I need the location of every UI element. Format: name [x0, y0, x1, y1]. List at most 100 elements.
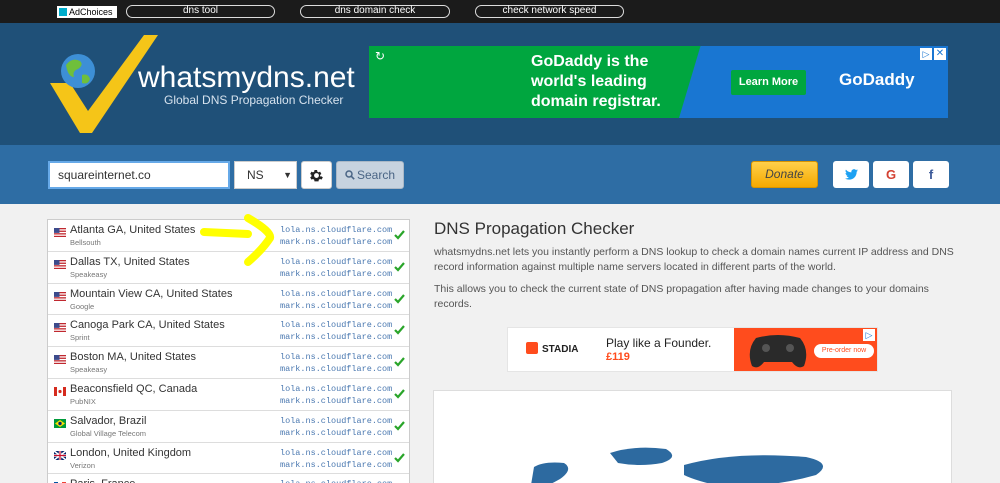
- flag-us-icon: [54, 291, 66, 301]
- success-check-icon: [394, 230, 405, 240]
- nameserver-1: lola.ns.cloudflare.com: [280, 479, 392, 483]
- ad-info-icon[interactable]: ▷: [920, 48, 932, 60]
- stadia-mark-icon: [526, 342, 538, 354]
- flag-br-icon: [54, 418, 66, 428]
- search-icon: [345, 170, 355, 180]
- site-header: whatsmydns.net Global DNS Propagation Ch…: [0, 23, 1000, 145]
- ad-headline: GoDaddy is the world's leading domain re…: [531, 53, 661, 110]
- adchoices-icon: [59, 8, 67, 16]
- ad-price: £119: [606, 351, 630, 363]
- flag-gb-icon: [54, 450, 66, 460]
- ad-close-icon[interactable]: ✕: [934, 48, 946, 60]
- game-controller-icon: [749, 335, 807, 368]
- google-button[interactable]: G: [873, 161, 909, 188]
- link-check-network-speed[interactable]: check network speed: [475, 5, 624, 18]
- provider-name: Speakeasy: [70, 269, 108, 279]
- nameserver-2: mark.ns.cloudflare.com: [280, 268, 393, 279]
- result-row[interactable]: Canoga Park CA, United States Sprint lola.…: [48, 315, 409, 348]
- search-button[interactable]: Search: [336, 161, 404, 189]
- adchoices-badge[interactable]: AdChoices: [57, 6, 117, 18]
- top-bar: AdChoices dns tool dns domain check chec…: [0, 0, 1000, 23]
- nameserver-2: mark.ns.cloudflare.com: [280, 427, 393, 438]
- location-name: Canoga Park CA, United States: [70, 319, 225, 332]
- page-title: DNS Propagation Checker: [434, 219, 635, 238]
- nameserver-1: lola.ns.cloudflare.com: [280, 383, 393, 394]
- godaddy-logo: GoDaddy: [839, 70, 915, 89]
- flag-ca-icon: [54, 386, 66, 396]
- location-name: Salvador, Brazil: [70, 414, 147, 427]
- success-check-icon: [394, 293, 405, 304]
- twitter-button[interactable]: [833, 161, 869, 188]
- provider-name: Speakeasy: [70, 365, 108, 375]
- flag-us-icon: [54, 323, 66, 333]
- donate-button[interactable]: Donate: [751, 161, 818, 188]
- location-name: Paris, France: [70, 478, 135, 483]
- nameserver-2: mark.ns.cloudflare.com: [280, 300, 393, 311]
- propagation-paragraph: This allows you to check the current sta…: [434, 283, 929, 310]
- result-row[interactable]: Beaconsfield QC, Canada PubNIX lola.ns.clo…: [48, 379, 409, 411]
- location-name: Boston MA, United States: [70, 351, 196, 364]
- nameserver-1: lola.ns.cloudflare.com: [280, 447, 393, 458]
- settings-button[interactable]: [301, 161, 332, 189]
- ad-headline: Play like a Founder.: [606, 336, 712, 350]
- location-name: Dallas TX, United States: [70, 255, 190, 268]
- location-name: London, United Kingdom: [70, 446, 192, 459]
- flag-us-icon: [54, 259, 66, 269]
- success-check-icon: [394, 421, 405, 431]
- success-check-icon: [394, 389, 405, 399]
- godaddy-ad[interactable]: ↻ GoDaddy is the world's leading domain …: [369, 46, 948, 118]
- location-name: Atlanta GA, United States: [70, 224, 196, 236]
- provider-name: Google: [70, 301, 95, 311]
- provider-name: Global Village Telecom: [70, 428, 147, 438]
- nameserver-1: lola.ns.cloudflare.com: [280, 352, 393, 363]
- result-row[interactable]: Paris, France lola.ns.cloudflare.com: [48, 474, 409, 483]
- provider-name: PubNIX: [70, 396, 96, 406]
- link-dns-domain-check[interactable]: dns domain check: [300, 5, 450, 18]
- result-row[interactable]: Salvador, Brazil Global Village Telecom lo…: [48, 411, 409, 443]
- stadia-logo: STADIA: [526, 342, 578, 355]
- site-title[interactable]: whatsmydns.net: [138, 61, 355, 95]
- flag-us-icon: [54, 228, 66, 237]
- domain-search-input[interactable]: [48, 161, 230, 189]
- location-name: Mountain View CA, United States: [70, 287, 233, 300]
- result-row[interactable]: London, United Kingdom Verizon lola.ns.clo…: [48, 443, 409, 475]
- facebook-button[interactable]: f: [913, 161, 949, 188]
- site-subtitle: Global DNS Propagation Checker: [164, 93, 344, 107]
- nameserver-1: lola.ns.cloudflare.com: [280, 320, 393, 331]
- world-map-image: [531, 447, 824, 483]
- search-bar: NS ▼ Search Donate G f: [0, 145, 1000, 204]
- flag-us-icon: [54, 355, 66, 365]
- nameserver-2: mark.ns.cloudflare.com: [280, 364, 393, 375]
- link-dns-tool[interactable]: dns tool: [126, 5, 275, 18]
- result-row[interactable]: Mountain View CA, United States Google lol…: [48, 284, 409, 316]
- ad-preorder-button[interactable]: Pre-order now: [814, 344, 874, 358]
- provider-name: Bellsouth: [70, 238, 101, 247]
- nameserver-2: mark.ns.cloudflare.com: [280, 237, 393, 247]
- provider-name: Verizon: [70, 460, 96, 470]
- nameserver-2: mark.ns.cloudflare.com: [280, 332, 393, 343]
- caret-down-icon: ▼: [283, 170, 292, 180]
- ad-info-icon[interactable]: ▷: [863, 329, 875, 341]
- success-check-icon: [394, 325, 405, 336]
- nameserver-1: lola.ns.cloudflare.com: [280, 415, 393, 426]
- nameserver-1: lola.ns.cloudflare.com: [280, 256, 393, 267]
- nameserver-2: mark.ns.cloudflare.com: [280, 395, 393, 406]
- location-name: Beaconsfield QC, Canada: [70, 382, 198, 395]
- success-check-icon: [394, 262, 405, 272]
- success-check-icon: [394, 452, 405, 463]
- gear-icon: [310, 169, 323, 182]
- result-row[interactable]: Boston MA, United States Speakeasy lola.ns…: [48, 347, 409, 379]
- replay-icon[interactable]: ↻: [375, 49, 385, 63]
- ad-learn-more-button[interactable]: Learn More: [731, 70, 806, 95]
- intro-paragraph: whatsmydns.net lets you instantly perfor…: [434, 246, 954, 273]
- stadia-ad[interactable]: STADIA Play like a Founder. £119 Pre-ord…: [507, 327, 878, 372]
- search-button-label: Search: [356, 168, 396, 182]
- record-type-select[interactable]: NS ▼: [234, 161, 297, 189]
- record-type-value: NS: [247, 168, 264, 182]
- twitter-icon: [844, 169, 858, 180]
- nameserver-1: lola.ns.cloudflare.com: [280, 225, 393, 235]
- nameserver-2: mark.ns.cloudflare.com: [280, 459, 393, 470]
- nameserver-1: lola.ns.cloudflare.com: [280, 288, 393, 299]
- provider-name: Sprint: [70, 333, 90, 343]
- success-check-icon: [394, 357, 405, 367]
